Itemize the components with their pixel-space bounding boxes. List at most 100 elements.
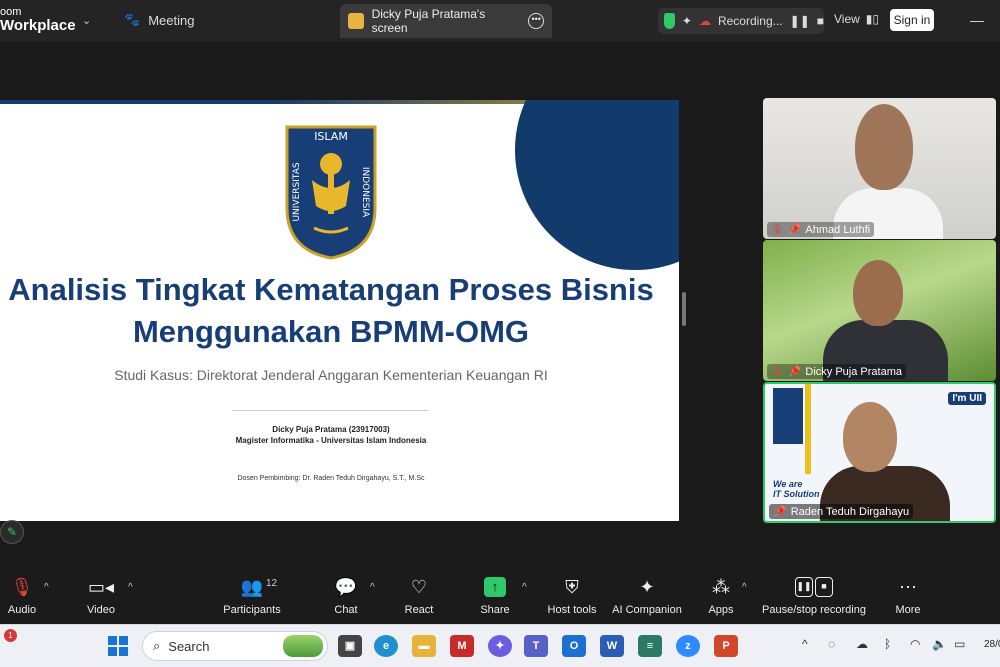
more-button[interactable]: ⋯ More (892, 574, 924, 617)
task-view-icon[interactable]: ▣ (338, 635, 362, 657)
volume-icon[interactable]: 🔈 (932, 637, 947, 651)
copilot-icon[interactable]: ✦ (488, 635, 512, 657)
tab-more-icon[interactable]: ••• (528, 13, 544, 29)
sign-in-button[interactable]: Sign in (890, 9, 934, 31)
share-label: Share (480, 604, 510, 616)
meeting-title-bar: oom Workplace ⌄ 🐾 Meeting Dicky Puja Pra… (0, 0, 1000, 42)
chat-button[interactable]: 💬 Chat (330, 574, 362, 617)
camera-icon: ▭◂ (87, 576, 115, 597)
notepad-icon[interactable]: ≡ (638, 635, 662, 657)
slide-advisor: Dosen Pembimbing: Dr. Raden Teduh Dirgah… (237, 475, 425, 482)
zoom-app-icon[interactable]: z (676, 635, 700, 657)
taskbar-clock[interactable]: 28/0 (984, 639, 1000, 650)
word-icon[interactable]: W (600, 635, 624, 657)
participant-name: Ahmad Luthfi (805, 223, 871, 236)
battery-icon[interactable]: ▭ (954, 637, 965, 651)
heart-icon: ♡ (410, 576, 428, 597)
edge-browser-icon[interactable]: e (374, 635, 398, 657)
tray-extra-icon[interactable]: ◌ (828, 637, 835, 651)
video-label: Video (87, 604, 115, 616)
react-button[interactable]: ♡ React (402, 574, 436, 617)
pause-stop-label: Pause/stop recording (762, 604, 866, 616)
search-highlight-image (283, 635, 323, 657)
view-layout-icon: ▮▯ (865, 12, 880, 26)
slide-title-line-2: Menggunakan BPMM-OMG (132, 314, 530, 349)
audio-button[interactable]: 🎙 Audio (6, 574, 38, 617)
meeting-tab[interactable]: 🐾 Meeting (124, 12, 194, 28)
mcafee-icon[interactable]: M (450, 635, 474, 657)
share-button[interactable]: ↑ Share (478, 574, 512, 616)
pause-stop-recording-button[interactable]: ❚❚ ■ Pause/stop recording (760, 574, 868, 616)
host-tools-button[interactable]: ⛨ Host tools (544, 574, 600, 617)
notification-badge[interactable]: 1 (4, 629, 17, 642)
ai-sparkle-icon[interactable]: ✦ (682, 14, 692, 28)
participant-name-bar: 📌 Raden Teduh Dirgahayu (769, 504, 914, 519)
windows-start-icon[interactable] (108, 636, 128, 656)
cloud-icon[interactable]: ☁ (856, 637, 868, 651)
participant-name: Raden Teduh Dirgahayu (790, 505, 910, 518)
shared-slide: ISLAM UNIVERSITAS INDONESIA Analisis Tin… (0, 100, 679, 521)
teams-icon[interactable]: T (524, 635, 548, 657)
participants-count: 12 (266, 578, 278, 589)
video-button[interactable]: ▭◂ Video (84, 574, 118, 617)
participant-name: Dicky Puja Pratama (805, 365, 902, 378)
mic-muted-icon: 🎙 (771, 366, 784, 377)
apps-button[interactable]: ⁂ Apps (706, 574, 736, 617)
video-tile-ahmad-luthfi[interactable]: 🎙 📌 Ahmad Luthfi (763, 98, 996, 239)
brand-chevron-down-icon[interactable]: ⌄ (82, 14, 91, 27)
panel-resize-handle[interactable] (682, 292, 686, 326)
shield-icon: ⛨ (565, 576, 579, 597)
share-options-chevron-icon[interactable]: ^ (522, 582, 527, 593)
outlook-icon[interactable]: O (562, 635, 586, 657)
author-program: Magister Informatika - Universitas Islam… (235, 436, 427, 445)
paw-icon: 🐾 (124, 12, 141, 27)
file-explorer-icon[interactable]: ▬ (412, 635, 436, 657)
search-icon: ⌕ (153, 638, 161, 653)
tray-chevron-up-icon[interactable]: ^ (802, 637, 808, 651)
shared-screen-tab[interactable]: Dicky Puja Pratama's screen ••• (340, 4, 552, 38)
meeting-controls-toolbar: 🎙 Audio ^ ▭◂ Video ^ 👥 Participants 12 💬… (0, 566, 1000, 624)
recording-label: Recording... (717, 14, 783, 28)
pause-recording-icon[interactable]: ❚❚ (790, 14, 810, 28)
react-label: React (404, 604, 434, 616)
author-name: Dicky Puja Pratama (23917003) (272, 425, 390, 434)
pin-icon: 📌 (787, 224, 802, 236)
participant-name-bar: 🎙 📌 Ahmad Luthfi (767, 222, 875, 237)
meeting-tab-label: Meeting (148, 12, 195, 28)
participant-head (843, 402, 897, 472)
chat-bubble-icon: 💬 (334, 576, 358, 597)
slide-divider (232, 410, 428, 411)
brand-line-2: Workplace (0, 17, 76, 34)
video-tile-dicky-puja-pratama[interactable]: 🎙 📌 Dicky Puja Pratama (763, 240, 996, 381)
audio-options-chevron-icon[interactable]: ^ (44, 582, 49, 593)
slogan-line-2: IT Solution (773, 489, 820, 499)
bluetooth-icon[interactable]: ᛒ (884, 637, 891, 651)
share-icon-wrap: ↑ (478, 574, 512, 600)
participant-head (853, 260, 903, 326)
video-options-chevron-icon[interactable]: ^ (128, 582, 133, 593)
logo-top-text: ISLAM (314, 130, 348, 143)
zoom-brand: oom Workplace (0, 5, 76, 33)
ai-companion-label: AI Companion (612, 604, 682, 616)
chat-label: Chat (334, 604, 358, 616)
audio-label: Audio (7, 604, 37, 616)
taskbar-search-box[interactable]: ⌕ Search (142, 631, 328, 661)
apps-options-chevron-icon[interactable]: ^ (742, 582, 747, 593)
slide-navy-circle (515, 100, 679, 270)
view-label: View (834, 12, 860, 26)
powerpoint-icon[interactable]: P (714, 635, 738, 657)
shared-screen-label: Dicky Puja Pratama's screen (371, 7, 486, 35)
annotate-pen-icon[interactable]: ✎ (0, 520, 24, 544)
uii-university-logo: ISLAM UNIVERSITAS INDONESIA (285, 125, 377, 260)
ai-companion-button[interactable]: ✦ AI Companion (612, 574, 682, 617)
pin-icon: 📌 (773, 506, 787, 518)
chat-options-chevron-icon[interactable]: ^ (370, 582, 375, 593)
minimize-window-icon[interactable]: — (970, 12, 984, 28)
view-button[interactable]: View ▮▯ (834, 12, 879, 26)
ai-sparkle-icon: ✦ (639, 576, 655, 597)
security-shield-icon[interactable] (664, 13, 675, 29)
cloud-record-icon: ☁ (698, 14, 711, 28)
video-tile-raden-teduh-dirgahayu[interactable]: I'm UII We are IT Solution 📌 Raden Teduh… (763, 382, 996, 523)
wifi-icon[interactable]: ◠ (910, 637, 920, 651)
stop-recording-icon[interactable]: ■ (817, 14, 824, 28)
